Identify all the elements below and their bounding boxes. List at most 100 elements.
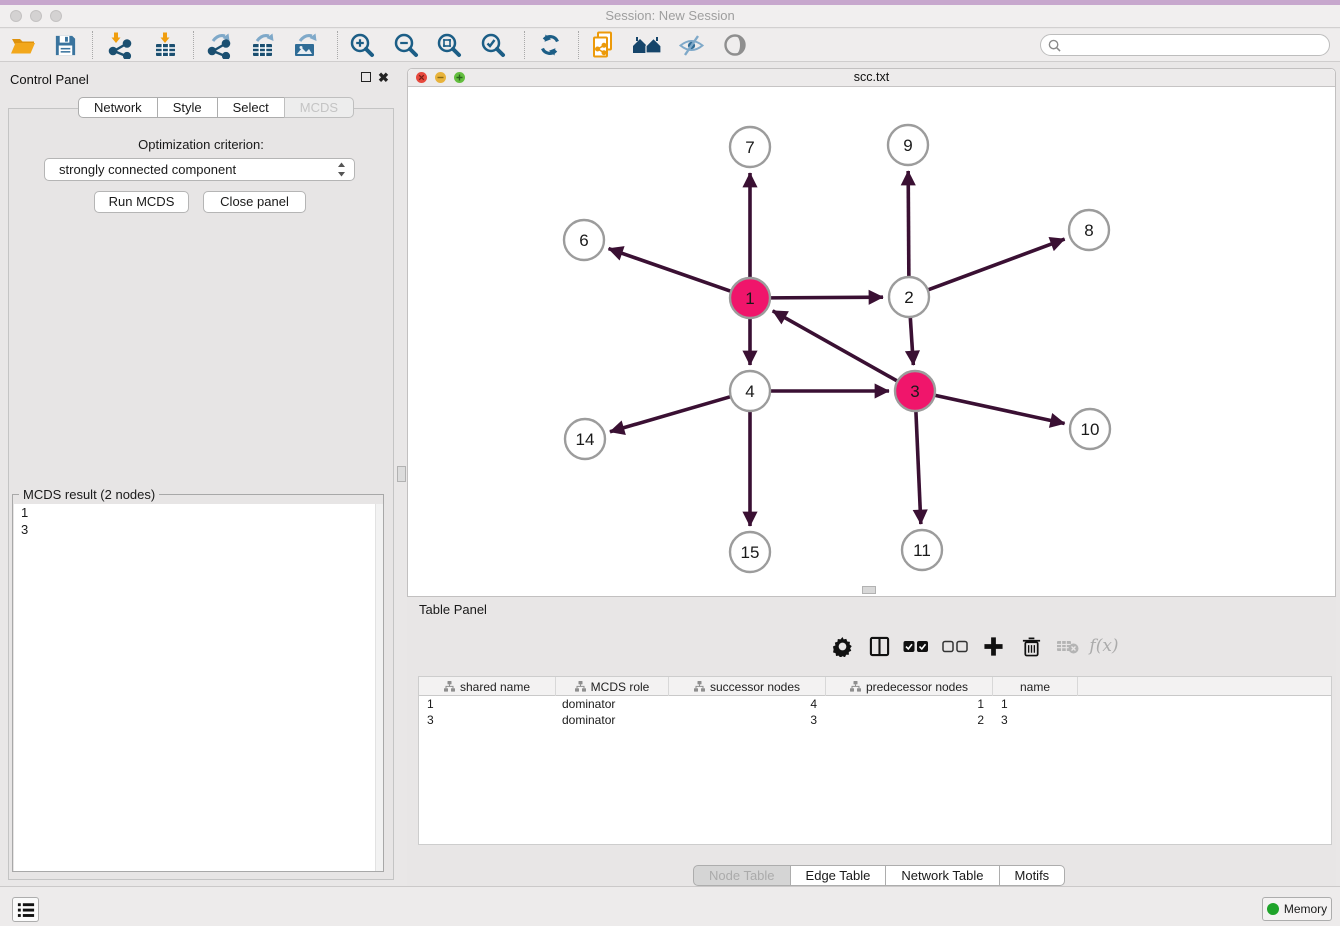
maximize-view-icon[interactable] — [454, 72, 465, 83]
window-title: Session: New Session — [0, 5, 1340, 27]
graph-edge-2-9[interactable] — [908, 171, 909, 278]
search-icon — [1048, 39, 1061, 52]
delete-column-button[interactable] — [1014, 630, 1048, 662]
show-columns-button[interactable] — [862, 630, 896, 662]
tab-style[interactable]: Style — [157, 97, 218, 118]
table-options-button[interactable] — [825, 630, 859, 662]
memory-button[interactable]: Memory — [1262, 897, 1332, 921]
graph-edge-3-11[interactable] — [916, 410, 921, 524]
tab-select[interactable]: Select — [217, 97, 285, 118]
clone-network-button[interactable] — [589, 31, 619, 59]
cell-name: 1 — [993, 696, 1078, 712]
run-mcds-button[interactable]: Run MCDS — [94, 191, 189, 213]
search-input[interactable] — [1065, 38, 1329, 52]
table-header-row: shared name MCDS role successor nodes pr… — [419, 677, 1331, 696]
float-panel-icon[interactable] — [361, 72, 371, 82]
graph-node-label-4: 4 — [745, 382, 754, 401]
table-panel-tabs: Node Table Edge Table Network Table Moti… — [693, 865, 1065, 886]
search-field[interactable] — [1040, 34, 1330, 56]
attribute-icon — [850, 681, 861, 692]
network-window-titlebar[interactable]: scc.txt — [408, 69, 1335, 87]
toolbar-separator — [524, 31, 525, 59]
result-scrollbar[interactable] — [375, 504, 383, 871]
vertical-splitter-grip[interactable] — [397, 466, 406, 482]
table-row[interactable]: 1 dominator 4 1 1 — [419, 696, 1331, 712]
tab-mcds[interactable]: MCDS — [284, 97, 354, 118]
minimize-window-icon[interactable] — [30, 10, 42, 22]
column-header-mcds-role[interactable]: MCDS role — [556, 677, 669, 696]
table-panel: Table Panel ✖ f(x) shared name MCDS role… — [407, 597, 1336, 886]
graph-node-label-6: 6 — [579, 231, 588, 250]
tab-network[interactable]: Network — [78, 97, 158, 118]
column-header-predecessor-nodes[interactable]: predecessor nodes — [826, 677, 993, 696]
create-column-button[interactable] — [976, 630, 1010, 662]
home-button[interactable] — [632, 31, 662, 59]
cell-mcds-role: dominator — [556, 696, 669, 712]
zoom-out-button[interactable] — [391, 31, 421, 59]
cell-successor-nodes: 4 — [669, 696, 826, 712]
refresh-icon — [537, 32, 563, 58]
save-session-button[interactable] — [50, 31, 80, 59]
close-panel-button[interactable]: Close panel — [203, 191, 306, 213]
tab-edge-table[interactable]: Edge Table — [790, 865, 887, 886]
export-table-button[interactable] — [247, 31, 277, 59]
attribute-icon — [444, 681, 455, 692]
graph-node-label-1: 1 — [745, 289, 754, 308]
graph-edge-1-6[interactable] — [609, 249, 733, 292]
export-network-button[interactable] — [203, 31, 233, 59]
zoom-window-icon[interactable] — [50, 10, 62, 22]
tab-node-table[interactable]: Node Table — [693, 865, 791, 886]
optimization-criterion-label: Optimization criterion: — [0, 137, 402, 152]
horizontal-splitter-grip[interactable] — [862, 586, 876, 594]
tab-network-table[interactable]: Network Table — [885, 865, 999, 886]
table-row[interactable]: 3 dominator 3 2 3 — [419, 712, 1331, 728]
home-icon — [632, 32, 662, 58]
deselect-all-rows-button[interactable] — [938, 630, 972, 662]
zoom-fit-button[interactable] — [434, 31, 464, 59]
graph-node-label-10: 10 — [1081, 420, 1100, 439]
function-builder-button[interactable]: f(x) — [1087, 630, 1121, 662]
control-panel-title: Control Panel — [10, 72, 89, 87]
mcds-result-group: MCDS result (2 nodes) 1 3 — [12, 494, 384, 872]
open-folder-icon — [10, 32, 36, 58]
export-table-icon — [249, 32, 276, 59]
graph-node-label-8: 8 — [1084, 221, 1093, 240]
graph-edge-2-8[interactable] — [927, 239, 1065, 290]
minimize-view-icon[interactable] — [435, 72, 446, 83]
zoom-in-button[interactable] — [347, 31, 377, 59]
column-header-shared-name[interactable]: shared name — [419, 677, 556, 696]
graph-node-label-3: 3 — [910, 382, 919, 401]
task-history-button[interactable] — [12, 897, 39, 922]
mcds-result-textarea[interactable]: 1 3 — [14, 504, 383, 871]
network-view-window: scc.txt 7968124310141511 — [407, 68, 1336, 597]
show-panels-button[interactable] — [720, 31, 750, 59]
export-image-icon — [292, 32, 319, 59]
export-image-button[interactable] — [290, 31, 320, 59]
hide-panels-button[interactable] — [676, 31, 706, 59]
cell-successor-nodes: 3 — [669, 712, 826, 728]
apply-layout-button[interactable] — [535, 31, 565, 59]
zoom-fit-icon — [436, 32, 462, 58]
criterion-dropdown[interactable]: strongly connected component — [44, 158, 355, 181]
graph-edge-2-3[interactable] — [910, 316, 913, 365]
import-table-button[interactable] — [150, 31, 180, 59]
memory-label: Memory — [1284, 902, 1327, 916]
network-canvas[interactable]: 7968124310141511 — [408, 87, 1335, 596]
graph-edge-4-14[interactable] — [610, 396, 732, 431]
close-view-icon[interactable] — [416, 72, 427, 83]
destroy-table-button[interactable] — [1050, 630, 1084, 662]
tab-motifs[interactable]: Motifs — [999, 865, 1066, 886]
close-panel-icon[interactable]: ✖ — [378, 73, 389, 83]
graph-edge-3-1[interactable] — [773, 311, 899, 382]
zoom-selected-button[interactable] — [478, 31, 508, 59]
import-network-button[interactable] — [104, 31, 134, 59]
control-panel-tabs: Network Style Select MCDS — [78, 97, 354, 118]
graph-edge-3-10[interactable] — [934, 395, 1065, 423]
open-session-button[interactable] — [8, 31, 38, 59]
eye-slash-icon — [678, 32, 705, 59]
column-header-successor-nodes[interactable]: successor nodes — [669, 677, 826, 696]
select-all-rows-button[interactable] — [899, 630, 933, 662]
column-header-name[interactable]: name — [993, 677, 1078, 696]
close-window-icon[interactable] — [10, 10, 22, 22]
graph-edge-1-2[interactable] — [769, 297, 883, 298]
